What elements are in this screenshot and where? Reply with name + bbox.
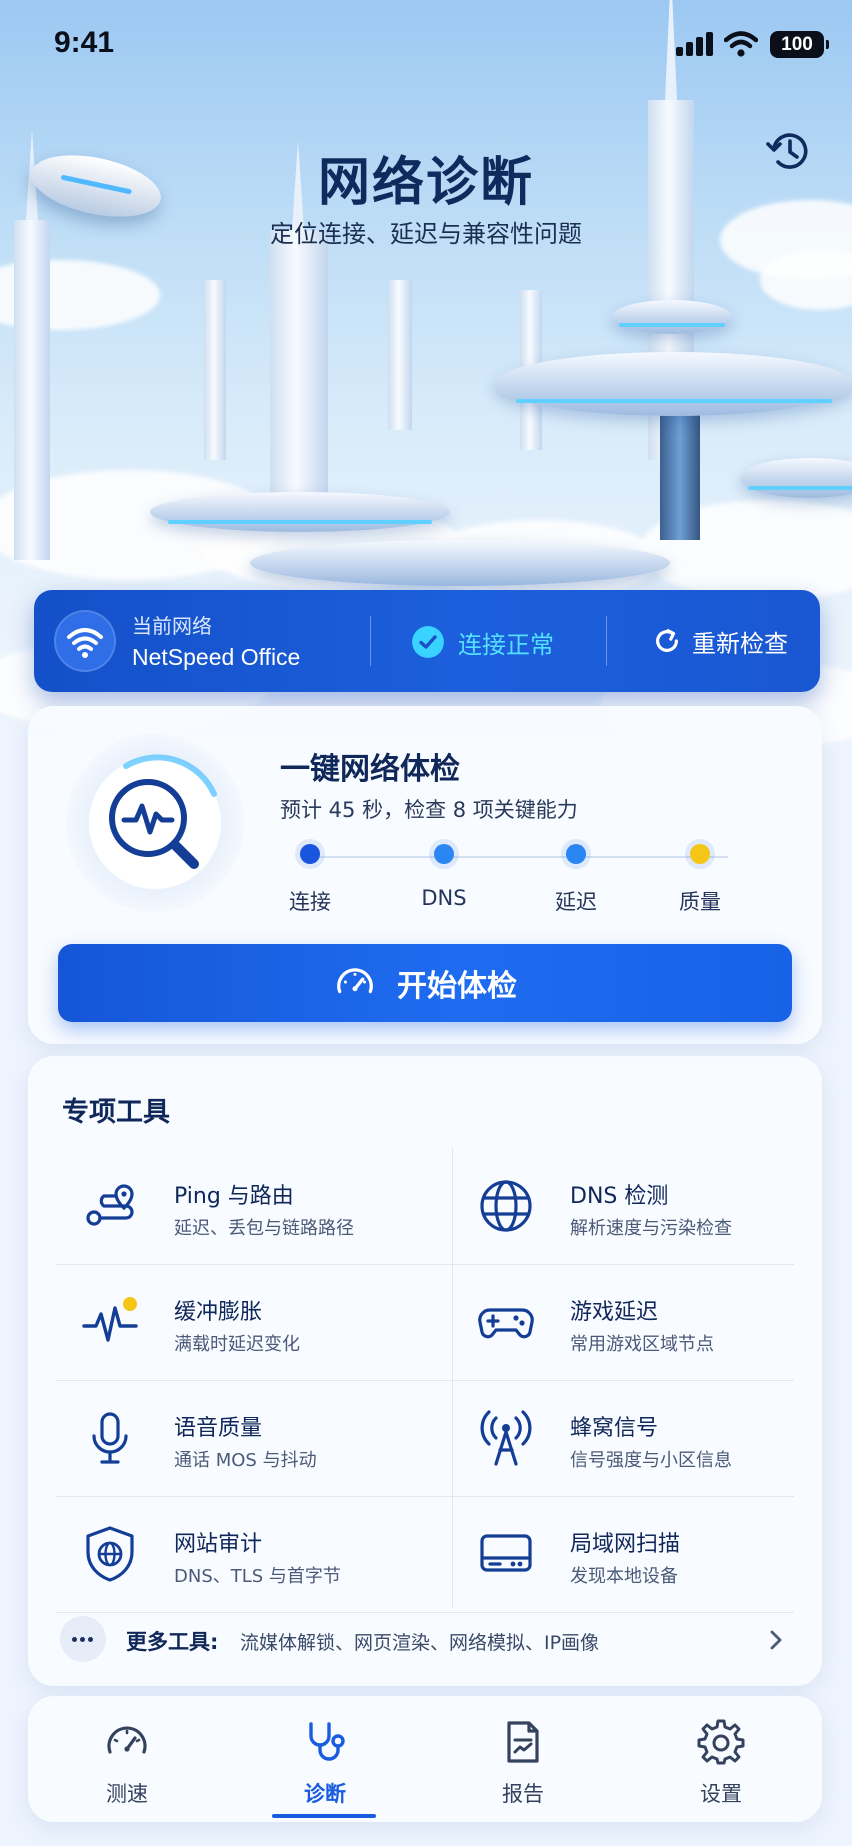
step-label: DNS bbox=[421, 886, 467, 910]
bottom-tab-bar: 测速 诊断 报告 设置 bbox=[28, 1696, 822, 1822]
tool-title: 蜂窝信号 bbox=[570, 1416, 659, 1441]
tool-title: 网站审计 bbox=[174, 1532, 263, 1557]
step-label: 质量 bbox=[679, 890, 721, 914]
start-checkup-button[interactable]: 开始体检 bbox=[58, 944, 792, 1022]
checkup-subtitle: 预计 45 秒，检查 8 项关键能力 bbox=[280, 798, 578, 822]
connection-status-text: 连接正常 bbox=[458, 630, 554, 659]
tool-website-audit[interactable]: 网站审计 DNS、TLS 与首字节 bbox=[56, 1496, 425, 1612]
tab-label: 报告 bbox=[502, 1782, 544, 1806]
step-dns: DNS bbox=[399, 844, 489, 910]
report-icon bbox=[507, 1721, 539, 1763]
recheck-label: 重新检查 bbox=[692, 630, 788, 658]
tool-description: 解析速度与污染检查 bbox=[570, 1218, 732, 1239]
tool-description: 通话 MOS 与抖动 bbox=[174, 1450, 317, 1471]
tab-label: 设置 bbox=[700, 1782, 742, 1806]
tab-label: 诊断 bbox=[304, 1782, 346, 1806]
tool-title: 局域网扫描 bbox=[570, 1532, 681, 1557]
refresh-icon bbox=[656, 629, 678, 652]
tools-heading: 专项工具 bbox=[62, 1097, 170, 1128]
checkup-title: 一键网络体检 bbox=[280, 752, 460, 787]
tab-diagnosis[interactable]: 诊断 bbox=[226, 1696, 424, 1822]
microphone-icon bbox=[92, 1412, 128, 1464]
wifi-icon bbox=[54, 610, 116, 672]
tool-bufferbloat[interactable]: 缓冲膨胀 满载时延迟变化 bbox=[56, 1264, 425, 1380]
globe-icon bbox=[480, 1180, 532, 1232]
tool-ping-route[interactable]: Ping 与路由 延迟、丢包与链路路径 bbox=[56, 1148, 425, 1264]
more-icon bbox=[60, 1616, 106, 1662]
tools-grid: Ping 与路由 延迟、丢包与链路路径 DNS 检测 解析速度与污染检查 缓冲膨… bbox=[56, 1148, 794, 1613]
cellular-signal-icon bbox=[676, 32, 714, 56]
tool-lan-scan[interactable]: 局域网扫描 发现本地设备 bbox=[452, 1496, 821, 1612]
connection-status: 连接正常 bbox=[412, 624, 554, 660]
recheck-button[interactable]: 重新检查 bbox=[652, 620, 788, 662]
check-circle-icon bbox=[412, 626, 444, 658]
gear-icon bbox=[697, 1719, 745, 1765]
current-network-bar: 当前网络 NetSpeed Office 连接正常 重新检查 bbox=[34, 590, 820, 692]
divider bbox=[606, 616, 607, 666]
page-subtitle: 定位连接、延迟与兼容性问题 bbox=[270, 220, 582, 248]
tool-title: 游戏延迟 bbox=[570, 1300, 659, 1325]
step-label: 延迟 bbox=[555, 890, 597, 914]
tab-settings[interactable]: 设置 bbox=[622, 1696, 820, 1822]
page-title: 网络诊断 bbox=[317, 153, 534, 213]
tool-description: DNS、TLS 与首字节 bbox=[174, 1566, 341, 1587]
status-bar: 9:41 100 bbox=[0, 0, 852, 90]
speedometer-icon bbox=[107, 1726, 147, 1754]
step-quality: 质量 bbox=[655, 844, 745, 916]
step-dot bbox=[566, 844, 586, 864]
step-connect: 连接 bbox=[265, 844, 355, 916]
wifi-status-icon bbox=[724, 31, 758, 57]
tool-description: 延迟、丢包与链路路径 bbox=[174, 1218, 354, 1239]
gamepad-icon bbox=[478, 1308, 534, 1339]
tool-cellular-signal[interactable]: 蜂窝信号 信号强度与小区信息 bbox=[452, 1380, 821, 1496]
checkup-card: 一键网络体检 预计 45 秒，检查 8 项关键能力 连接 DNS 延迟 质量 开… bbox=[28, 706, 822, 1044]
tool-description: 常用游戏区域节点 bbox=[570, 1334, 714, 1355]
tab-speed-test[interactable]: 测速 bbox=[28, 1696, 226, 1822]
tool-title: DNS 检测 bbox=[570, 1184, 669, 1209]
current-network-label: 当前网络 bbox=[132, 614, 212, 638]
pulse-icon bbox=[82, 1297, 138, 1342]
tools-card: 专项工具 Ping 与路由 延迟、丢包与链路路径 DNS 检测 解析速度与污染检… bbox=[28, 1056, 822, 1686]
tab-report[interactable]: 报告 bbox=[424, 1696, 622, 1822]
more-tools-label: 更多工具: bbox=[126, 1630, 219, 1654]
active-tab-indicator bbox=[272, 1814, 376, 1818]
tool-game-latency[interactable]: 游戏延迟 常用游戏区域节点 bbox=[452, 1264, 821, 1380]
battery-indicator: 100 bbox=[770, 31, 829, 58]
router-icon bbox=[480, 1534, 532, 1572]
shield-globe-icon bbox=[86, 1526, 134, 1582]
tab-label: 测速 bbox=[106, 1782, 148, 1806]
current-network-name: NetSpeed Office bbox=[132, 644, 301, 670]
diagnosis-emblem bbox=[66, 734, 244, 912]
tool-title: 缓冲膨胀 bbox=[174, 1300, 263, 1325]
start-checkup-label: 开始体检 bbox=[397, 970, 517, 1003]
tool-description: 满载时延迟变化 bbox=[174, 1334, 300, 1355]
stethoscope-icon bbox=[309, 1722, 345, 1761]
divider bbox=[56, 1612, 794, 1613]
more-tools-row[interactable]: 更多工具: 流媒体解锁、网页渲染、网络模拟、IP画像 bbox=[60, 1616, 800, 1664]
tool-dns-check[interactable]: DNS 检测 解析速度与污染检查 bbox=[452, 1148, 821, 1264]
step-latency: 延迟 bbox=[531, 844, 621, 916]
step-dot bbox=[300, 844, 320, 864]
tool-description: 发现本地设备 bbox=[570, 1566, 678, 1587]
step-label: 连接 bbox=[289, 890, 331, 914]
tool-description: 信号强度与小区信息 bbox=[570, 1450, 732, 1471]
divider bbox=[370, 616, 371, 666]
step-dot bbox=[434, 844, 454, 864]
tool-title: 语音质量 bbox=[174, 1416, 263, 1441]
route-icon bbox=[86, 1184, 134, 1226]
more-tools-list: 流媒体解锁、网页渲染、网络模拟、IP画像 bbox=[240, 1632, 600, 1654]
step-dot bbox=[690, 844, 710, 864]
tool-title: Ping 与路由 bbox=[174, 1184, 294, 1209]
status-time: 9:41 bbox=[54, 26, 115, 59]
chevron-right-icon bbox=[770, 1630, 782, 1650]
cell-tower-icon bbox=[480, 1410, 532, 1466]
tool-voice-quality[interactable]: 语音质量 通话 MOS 与抖动 bbox=[56, 1380, 425, 1496]
speedometer-icon bbox=[337, 968, 373, 994]
